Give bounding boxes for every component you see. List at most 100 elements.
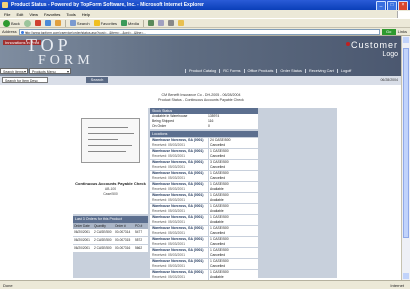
forward-button[interactable] — [23, 19, 31, 27]
star-icon — [93, 20, 100, 26]
mail-button[interactable] — [157, 20, 164, 26]
breadcrumb-line1: CM Benefit Insurance Co - DH-2005 - 06/2… — [161, 93, 241, 97]
list-item: Warehouse Norcross, GA (0001) 1 CASE/500 R… — [150, 149, 258, 159]
list-item: Warehouse Norcross, GA (0001) 1 CASE/500 R… — [150, 182, 258, 192]
table-row[interactable]: 06/20/2001 2 CASE/500 00-007316 5662 — [73, 245, 148, 253]
location-received: Received: 05/03/2001 — [152, 176, 185, 180]
search-input[interactable]: Search for Item Desc — [2, 77, 48, 83]
refresh-button[interactable] — [44, 20, 51, 26]
menu-tools[interactable]: Tools — [66, 12, 75, 17]
nav-receiving-cart[interactable]: Receiving Cart — [304, 69, 337, 73]
nav-rc-forms[interactable]: RC Forms — [219, 69, 243, 73]
scroll-up-arrow-icon[interactable] — [403, 37, 409, 43]
order-quantity: 2 CASE/500 — [94, 230, 112, 234]
history-icon — [147, 20, 154, 26]
list-item: Warehouse Norcross, GA (0001) 1 CASE/500 R… — [150, 204, 258, 214]
location-status: Available — [208, 220, 224, 225]
home-icon — [54, 20, 61, 26]
list-item: Warehouse Norcross, GA (0001) 1 CASE/500 R… — [150, 237, 258, 247]
location-received: Received: 05/03/2001 — [152, 198, 185, 202]
search-button[interactable]: Search — [69, 20, 90, 26]
order-date: 06/20/2001 — [74, 238, 90, 242]
order-date: 06/20/2001 — [74, 246, 90, 250]
list-item: Warehouse Norcross, GA (0001) 1 CASE/500 R… — [150, 270, 258, 280]
product-code: AB-100 — [104, 187, 117, 191]
location-status: Cancelled — [208, 154, 226, 159]
back-arrow-icon — [3, 19, 10, 27]
toolbar-divider — [64, 19, 66, 27]
nav-logoff[interactable]: Logoff — [336, 69, 355, 73]
last-orders-table: Last 3 Orders for this Product Order Dat… — [73, 216, 148, 253]
search-submit-button[interactable]: Search — [86, 77, 108, 83]
refresh-icon — [44, 20, 51, 26]
product-name: Continuous Accounts Payable Check — [75, 181, 146, 186]
menu-edit[interactable]: Edit — [16, 12, 23, 17]
location-status: Cancelled — [208, 242, 226, 247]
order-number[interactable]: 00-007314 — [114, 229, 134, 236]
print-button[interactable] — [167, 20, 174, 26]
address-input[interactable]: http://www.topform.com/cservice/order/st… — [18, 28, 380, 35]
logo-text: Logo — [382, 51, 398, 58]
location-received: Received: 05/03/2001 — [152, 231, 185, 235]
order-quantity: 2 CASE/500 — [94, 238, 112, 242]
po-number: 5477 — [135, 230, 143, 234]
mail-icon — [157, 20, 164, 26]
location-status: Available — [208, 187, 224, 192]
order-quantity: 2 CASE/500 — [94, 246, 112, 250]
order-number[interactable]: 00-007315 — [114, 237, 134, 244]
scroll-thumb[interactable] — [403, 48, 409, 238]
location-received: Received: 05/03/2001 — [152, 220, 185, 224]
zone-indicator: Internet — [390, 283, 404, 288]
go-button[interactable]: Go — [381, 28, 396, 35]
brand-form: FORM — [38, 53, 94, 68]
location-status: Available — [208, 209, 224, 214]
list-item: Warehouse Norcross, GA (0001) 3 CASE/500 R… — [150, 160, 258, 170]
product-case: Case/500 — [103, 192, 118, 196]
edit-button[interactable] — [177, 20, 184, 26]
location-received: Received: 05/03/2001 — [152, 242, 185, 246]
menu-view[interactable]: View — [29, 12, 38, 17]
vertical-scrollbar[interactable] — [401, 36, 410, 280]
history-button[interactable] — [147, 20, 154, 26]
location-status: Cancelled — [208, 165, 226, 170]
location-status: Cancelled — [208, 264, 226, 269]
table-row[interactable]: 06/20/2001 2 CASE/500 00-007314 5477 — [73, 229, 148, 237]
search-row: Search for Item Desc Search 06/28/2004 — [0, 76, 402, 85]
links-button[interactable]: Links — [398, 29, 407, 34]
address-label: Address — [2, 29, 17, 34]
search-type-select[interactable]: Search Items — [0, 68, 28, 75]
scroll-down-arrow-icon[interactable] — [403, 273, 409, 279]
locations-header: Locations — [150, 131, 258, 137]
location-received: Received: 05/03/2001 — [152, 253, 185, 257]
location-status: Cancelled — [208, 253, 226, 258]
stop-button[interactable] — [34, 20, 41, 26]
stock-status-table: Stock Status Available in Warehouse 1359… — [150, 108, 258, 129]
menu-help[interactable]: Help — [82, 12, 90, 17]
product-image — [81, 118, 140, 163]
browser-window: Product Status - Powered by TopForm Soft… — [0, 0, 410, 289]
table-row[interactable]: 06/20/2001 2 CASE/500 00-007315 5572 — [73, 237, 148, 245]
nav-office-products[interactable]: Office Products — [243, 69, 277, 73]
search-icon — [69, 20, 76, 26]
location-status: Cancelled — [208, 231, 226, 236]
red-dot-icon — [346, 42, 350, 46]
nav-order-status[interactable]: Order Status — [276, 69, 305, 73]
menu-favorites[interactable]: Favorites — [44, 12, 60, 17]
product-panel: Continuous Accounts Payable Check AB-100… — [73, 108, 337, 280]
page-title: Product Status - Continuous Accounts Pay… — [158, 98, 244, 102]
home-button[interactable] — [54, 20, 61, 26]
po-number: 5572 — [135, 238, 143, 242]
products-menu-select[interactable]: Products Menu — [29, 68, 71, 75]
back-button[interactable]: Back — [3, 19, 20, 27]
media-button[interactable]: Media — [121, 20, 139, 26]
location-received: Received: 05/03/2001 — [152, 165, 185, 169]
customer-text: Customer — [350, 40, 398, 50]
site-header: Innovations in Print TOP FORM Customer L… — [0, 36, 402, 76]
windows-logo — [397, 10, 410, 18]
menu-file[interactable]: File — [4, 12, 10, 17]
print-icon — [167, 20, 174, 26]
nav-product-catalog[interactable]: Product Catalog — [185, 69, 219, 73]
order-number[interactable]: 00-007316 — [114, 245, 134, 252]
favorites-button[interactable]: Favorites — [93, 20, 117, 26]
location-status: Cancelled — [208, 176, 226, 181]
